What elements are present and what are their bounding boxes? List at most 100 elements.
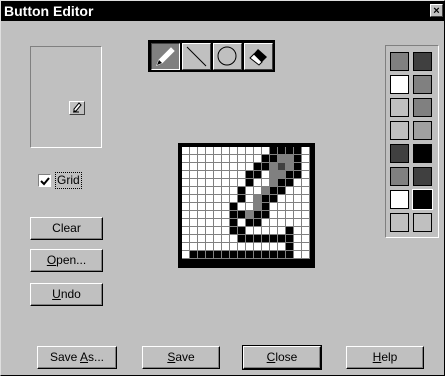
palette-swatch[interactable] — [390, 98, 409, 117]
pixel-cell[interactable] — [230, 163, 238, 171]
pixel-cell[interactable] — [246, 203, 254, 211]
pixel-cell[interactable] — [254, 147, 262, 155]
pixel-cell[interactable] — [262, 251, 270, 259]
pixel-cell[interactable] — [286, 171, 294, 179]
line-tool[interactable] — [182, 43, 211, 70]
pixel-cell[interactable] — [262, 219, 270, 227]
pixel-cell[interactable] — [286, 251, 294, 259]
pixel-cell[interactable] — [294, 195, 302, 203]
pixel-cell[interactable] — [246, 147, 254, 155]
pixel-cell[interactable] — [278, 147, 286, 155]
pixel-cell[interactable] — [190, 179, 198, 187]
pixel-cell[interactable] — [302, 235, 310, 243]
pixel-cell[interactable] — [198, 203, 206, 211]
pixel-cell[interactable] — [190, 203, 198, 211]
pixel-cell[interactable] — [254, 163, 262, 171]
pixel-cell[interactable] — [262, 171, 270, 179]
pixel-cell[interactable] — [222, 171, 230, 179]
pixel-cell[interactable] — [254, 203, 262, 211]
pixel-cell[interactable] — [190, 195, 198, 203]
pixel-cell[interactable] — [206, 155, 214, 163]
pixel-cell[interactable] — [190, 243, 198, 251]
pixel-cell[interactable] — [238, 171, 246, 179]
palette-swatch[interactable] — [390, 75, 409, 94]
pixel-cell[interactable] — [254, 235, 262, 243]
palette-swatch[interactable] — [412, 189, 433, 210]
pixel-cell[interactable] — [294, 147, 302, 155]
pixel-cell[interactable] — [262, 155, 270, 163]
pixel-cell[interactable] — [222, 203, 230, 211]
pixel-cell[interactable] — [270, 163, 278, 171]
palette-swatch[interactable] — [413, 144, 432, 163]
pixel-cell[interactable] — [230, 235, 238, 243]
pixel-cell[interactable] — [214, 195, 222, 203]
pixel-cell[interactable] — [270, 227, 278, 235]
pixel-cell[interactable] — [190, 155, 198, 163]
pixel-cell[interactable] — [254, 155, 262, 163]
pixel-cell[interactable] — [246, 179, 254, 187]
pixel-cell[interactable] — [230, 227, 238, 235]
palette-swatch[interactable] — [413, 75, 432, 94]
pixel-cell[interactable] — [206, 179, 214, 187]
pixel-cell[interactable] — [222, 243, 230, 251]
palette-swatch[interactable] — [390, 144, 409, 163]
palette-swatch[interactable] — [413, 52, 432, 71]
pixel-cell[interactable] — [286, 187, 294, 195]
pixel-cell[interactable] — [222, 147, 230, 155]
pixel-cell[interactable] — [270, 155, 278, 163]
pixel-cell[interactable] — [238, 203, 246, 211]
pixel-cell[interactable] — [302, 227, 310, 235]
pixel-cell[interactable] — [262, 243, 270, 251]
pixel-cell[interactable] — [238, 187, 246, 195]
pixel-cell[interactable] — [262, 195, 270, 203]
pixel-cell[interactable] — [262, 203, 270, 211]
pixel-cell[interactable] — [198, 243, 206, 251]
pixel-cell[interactable] — [238, 227, 246, 235]
pixel-cell[interactable] — [278, 211, 286, 219]
pixel-cell[interactable] — [222, 219, 230, 227]
pixel-cell[interactable] — [278, 195, 286, 203]
pixel-cell[interactable] — [270, 179, 278, 187]
pixel-cell[interactable] — [238, 163, 246, 171]
pixel-cell[interactable] — [246, 195, 254, 203]
pixel-cell[interactable] — [206, 227, 214, 235]
palette-swatch[interactable] — [413, 121, 432, 140]
pixel-cell[interactable] — [230, 147, 238, 155]
pixel-cell[interactable] — [182, 155, 190, 163]
pixel-cell[interactable] — [238, 147, 246, 155]
pixel-cell[interactable] — [214, 251, 222, 259]
pixel-cell[interactable] — [286, 179, 294, 187]
pixel-cell[interactable] — [198, 227, 206, 235]
undo-button[interactable]: Undo — [30, 283, 103, 306]
pixel-cell[interactable] — [198, 147, 206, 155]
pixel-cell[interactable] — [206, 235, 214, 243]
pixel-cell[interactable] — [246, 211, 254, 219]
pixel-cell[interactable] — [246, 155, 254, 163]
pixel-grid[interactable] — [182, 147, 310, 259]
pixel-cell[interactable] — [230, 203, 238, 211]
pixel-cell[interactable] — [182, 219, 190, 227]
pixel-cell[interactable] — [302, 147, 310, 155]
pixel-cell[interactable] — [286, 147, 294, 155]
pixel-cell[interactable] — [278, 235, 286, 243]
pixel-cell[interactable] — [238, 179, 246, 187]
pixel-cell[interactable] — [302, 179, 310, 187]
pixel-cell[interactable] — [198, 235, 206, 243]
pixel-cell[interactable] — [222, 195, 230, 203]
palette-swatch[interactable] — [390, 121, 409, 140]
pixel-cell[interactable] — [302, 219, 310, 227]
pixel-cell[interactable] — [222, 179, 230, 187]
pixel-cell[interactable] — [182, 243, 190, 251]
pixel-cell[interactable] — [278, 203, 286, 211]
pixel-cell[interactable] — [262, 187, 270, 195]
pixel-cell[interactable] — [198, 195, 206, 203]
bitmap-canvas[interactable] — [178, 143, 315, 268]
pixel-cell[interactable] — [278, 171, 286, 179]
pixel-cell[interactable] — [214, 211, 222, 219]
pixel-cell[interactable] — [190, 235, 198, 243]
pixel-cell[interactable] — [238, 219, 246, 227]
eraser-tool[interactable] — [244, 43, 273, 70]
pixel-cell[interactable] — [206, 211, 214, 219]
pixel-cell[interactable] — [246, 243, 254, 251]
pixel-cell[interactable] — [254, 219, 262, 227]
